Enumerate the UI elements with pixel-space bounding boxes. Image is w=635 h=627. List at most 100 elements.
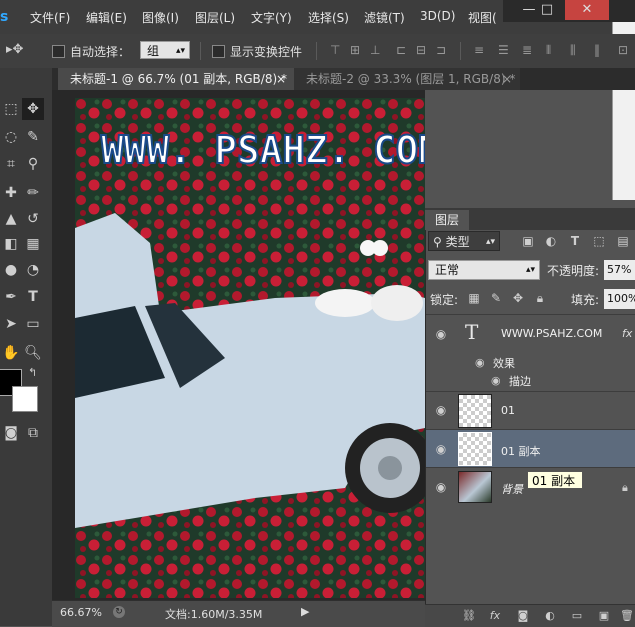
opacity-input[interactable]: 57% bbox=[604, 260, 635, 280]
status-info-icon[interactable]: ↻ bbox=[113, 606, 125, 618]
eye-icon[interactable]: ◉ bbox=[475, 356, 485, 369]
fill-input[interactable]: 100% bbox=[604, 289, 635, 309]
rectangle-tool-icon[interactable]: ▭ bbox=[22, 313, 44, 335]
add-mask-icon[interactable]: ◙ bbox=[516, 609, 530, 623]
delete-layer-icon[interactable]: 🗑︎ bbox=[620, 609, 634, 623]
align-hcenter-icon[interactable]: ⊟ bbox=[416, 44, 429, 57]
close-button[interactable]: ✕ bbox=[565, 0, 609, 20]
link-layers-icon[interactable]: ⛓ bbox=[462, 609, 476, 623]
blend-mode-dropdown[interactable]: 正常 ▴▾ bbox=[428, 260, 540, 280]
watermark-text: WWW. PSAHZ. COM bbox=[101, 128, 425, 172]
layer-name[interactable]: 01 bbox=[501, 404, 515, 417]
close-icon[interactable]: × bbox=[276, 68, 286, 90]
eye-icon[interactable]: ◉ bbox=[491, 374, 501, 387]
layer-kind-filter[interactable]: ⚲ 类型 ▴▾ bbox=[428, 231, 500, 251]
auto-align-icon[interactable]: ⊡ bbox=[618, 44, 631, 57]
new-adjustment-icon[interactable]: ◐ bbox=[543, 609, 557, 623]
text-layer-icon: T bbox=[465, 320, 479, 344]
menu-edit[interactable]: 编辑(E) bbox=[86, 9, 127, 26]
menu-filter[interactable]: 滤镜(T) bbox=[364, 9, 405, 26]
clone-stamp-tool-icon[interactable]: ▲ bbox=[0, 208, 22, 230]
dodge-tool-icon[interactable]: ◔ bbox=[22, 259, 44, 281]
menu-image[interactable]: 图像(I) bbox=[142, 9, 179, 26]
menu-file[interactable]: 文件(F) bbox=[30, 9, 70, 26]
status-menu-arrow-icon[interactable]: ▶ bbox=[301, 605, 309, 618]
swap-colors-icon[interactable]: ↰ bbox=[28, 366, 37, 379]
distribute-left-icon[interactable]: ⫴ bbox=[546, 44, 559, 57]
pen-tool-icon[interactable]: ✒ bbox=[0, 286, 22, 308]
zoom-tool-icon[interactable]: 🔍︎ bbox=[22, 342, 44, 364]
eye-icon[interactable]: ◉ bbox=[433, 479, 449, 495]
align-top-icon[interactable]: ⊤ bbox=[330, 44, 343, 57]
blur-tool-icon[interactable]: ● bbox=[0, 259, 22, 281]
distribute-hcenter-icon[interactable]: ⫼ bbox=[570, 44, 583, 57]
history-brush-tool-icon[interactable]: ↺ bbox=[22, 208, 44, 230]
maximize-button[interactable]: □ bbox=[530, 0, 564, 20]
layer-thumbnail bbox=[458, 394, 492, 428]
auto-select-value: 组 bbox=[147, 44, 160, 58]
eyedropper-tool-icon[interactable]: ⚲ bbox=[22, 153, 44, 175]
add-style-icon[interactable]: fx bbox=[488, 609, 502, 623]
brush-tool-icon[interactable]: ✏ bbox=[22, 182, 44, 204]
new-group-icon[interactable]: ▭ bbox=[570, 609, 584, 623]
distribute-right-icon[interactable]: ‖ bbox=[594, 44, 607, 57]
layer-name[interactable]: 背景 bbox=[501, 481, 523, 497]
align-left-icon[interactable]: ⊏ bbox=[396, 44, 409, 57]
lock-transparency-icon[interactable]: ▦ bbox=[467, 291, 481, 305]
lock-all-icon[interactable]: 🔒︎ bbox=[533, 291, 547, 305]
lasso-tool-icon[interactable]: ◌ bbox=[0, 126, 22, 148]
filter-type-icon[interactable]: T bbox=[568, 234, 582, 248]
eraser-tool-icon[interactable]: ◧ bbox=[0, 233, 22, 255]
move-tool-preset-icon[interactable]: ▸✥ bbox=[6, 42, 23, 57]
layer-thumbnail bbox=[458, 432, 492, 466]
move-tool-icon[interactable]: ✥ bbox=[22, 98, 44, 120]
eye-icon[interactable]: ◉ bbox=[433, 441, 449, 457]
auto-select-dropdown[interactable]: 组 ▴▾ bbox=[140, 41, 190, 59]
close-icon[interactable]: × bbox=[502, 68, 512, 90]
new-layer-icon[interactable]: ▣ bbox=[597, 609, 611, 623]
filter-adjustment-icon[interactable]: ◐ bbox=[544, 234, 558, 248]
fx-icon[interactable]: fx bbox=[622, 327, 632, 340]
align-bottom-icon[interactable]: ⊥ bbox=[370, 44, 383, 57]
hand-tool-icon[interactable]: ✋ bbox=[0, 342, 22, 364]
show-transform-checkbox[interactable] bbox=[212, 45, 225, 58]
crop-tool-icon[interactable]: ⌗ bbox=[0, 153, 22, 175]
document-canvas[interactable]: WWW. PSAHZ. COM bbox=[75, 98, 425, 598]
screen-mode-icon[interactable]: ⧉ bbox=[22, 422, 44, 444]
tab-layers[interactable]: 图层 bbox=[425, 210, 469, 230]
distribute-vcenter-icon[interactable]: ☰ bbox=[498, 44, 511, 57]
path-select-tool-icon[interactable]: ➤ bbox=[0, 313, 22, 335]
zoom-level[interactable]: 66.67% bbox=[60, 606, 102, 619]
quick-select-tool-icon[interactable]: ✎ bbox=[22, 126, 44, 148]
menu-type[interactable]: 文字(Y) bbox=[251, 9, 292, 26]
quick-mask-icon[interactable]: ◙ bbox=[0, 422, 22, 444]
lock-position-icon[interactable]: ✥ bbox=[511, 291, 525, 305]
eye-icon[interactable]: ◉ bbox=[433, 402, 449, 418]
align-vcenter-icon[interactable]: ⊞ bbox=[350, 44, 363, 57]
background-color-swatch[interactable] bbox=[12, 386, 38, 412]
tab-label: 未标题-1 @ 66.7% (01 副本, RGB/8) * bbox=[70, 72, 287, 86]
stroke-effect-label[interactable]: 描边 bbox=[509, 373, 531, 389]
menu-select[interactable]: 选择(S) bbox=[308, 9, 349, 26]
gradient-tool-icon[interactable]: ▦ bbox=[22, 233, 44, 255]
distribute-top-icon[interactable]: ≡ bbox=[474, 44, 487, 57]
tab-document-1[interactable]: 未标题-1 @ 66.7% (01 副本, RGB/8) * × bbox=[58, 68, 294, 90]
marquee-tool-icon[interactable]: ⬚ bbox=[0, 98, 22, 120]
layer-name[interactable]: 01 副本 bbox=[501, 443, 541, 459]
filter-pixel-icon[interactable]: ▣ bbox=[521, 234, 535, 248]
healing-brush-tool-icon[interactable]: ✚ bbox=[0, 182, 22, 204]
document-size: 文档:1.60M/3.35M bbox=[165, 608, 263, 621]
align-right-icon[interactable]: ⊐ bbox=[436, 44, 449, 57]
tab-document-2[interactable]: 未标题-2 @ 33.3% (图层 1, RGB/8) * × bbox=[294, 68, 520, 90]
type-tool-icon[interactable]: T bbox=[22, 286, 44, 308]
menu-3d[interactable]: 3D(D) bbox=[420, 9, 455, 23]
lock-pixels-icon[interactable]: ✎ bbox=[489, 291, 503, 305]
filter-smart-object-icon[interactable]: ▤ bbox=[616, 234, 630, 248]
eye-icon[interactable]: ◉ bbox=[433, 326, 449, 342]
distribute-bottom-icon[interactable]: ≣ bbox=[522, 44, 535, 57]
filter-shape-icon[interactable]: ⬚ bbox=[592, 234, 606, 248]
layer-name[interactable]: WWW.PSAHZ.COM bbox=[501, 327, 602, 340]
menu-layer[interactable]: 图层(L) bbox=[195, 9, 235, 26]
auto-select-checkbox[interactable] bbox=[52, 45, 65, 58]
menu-view[interactable]: 视图( bbox=[468, 9, 497, 26]
